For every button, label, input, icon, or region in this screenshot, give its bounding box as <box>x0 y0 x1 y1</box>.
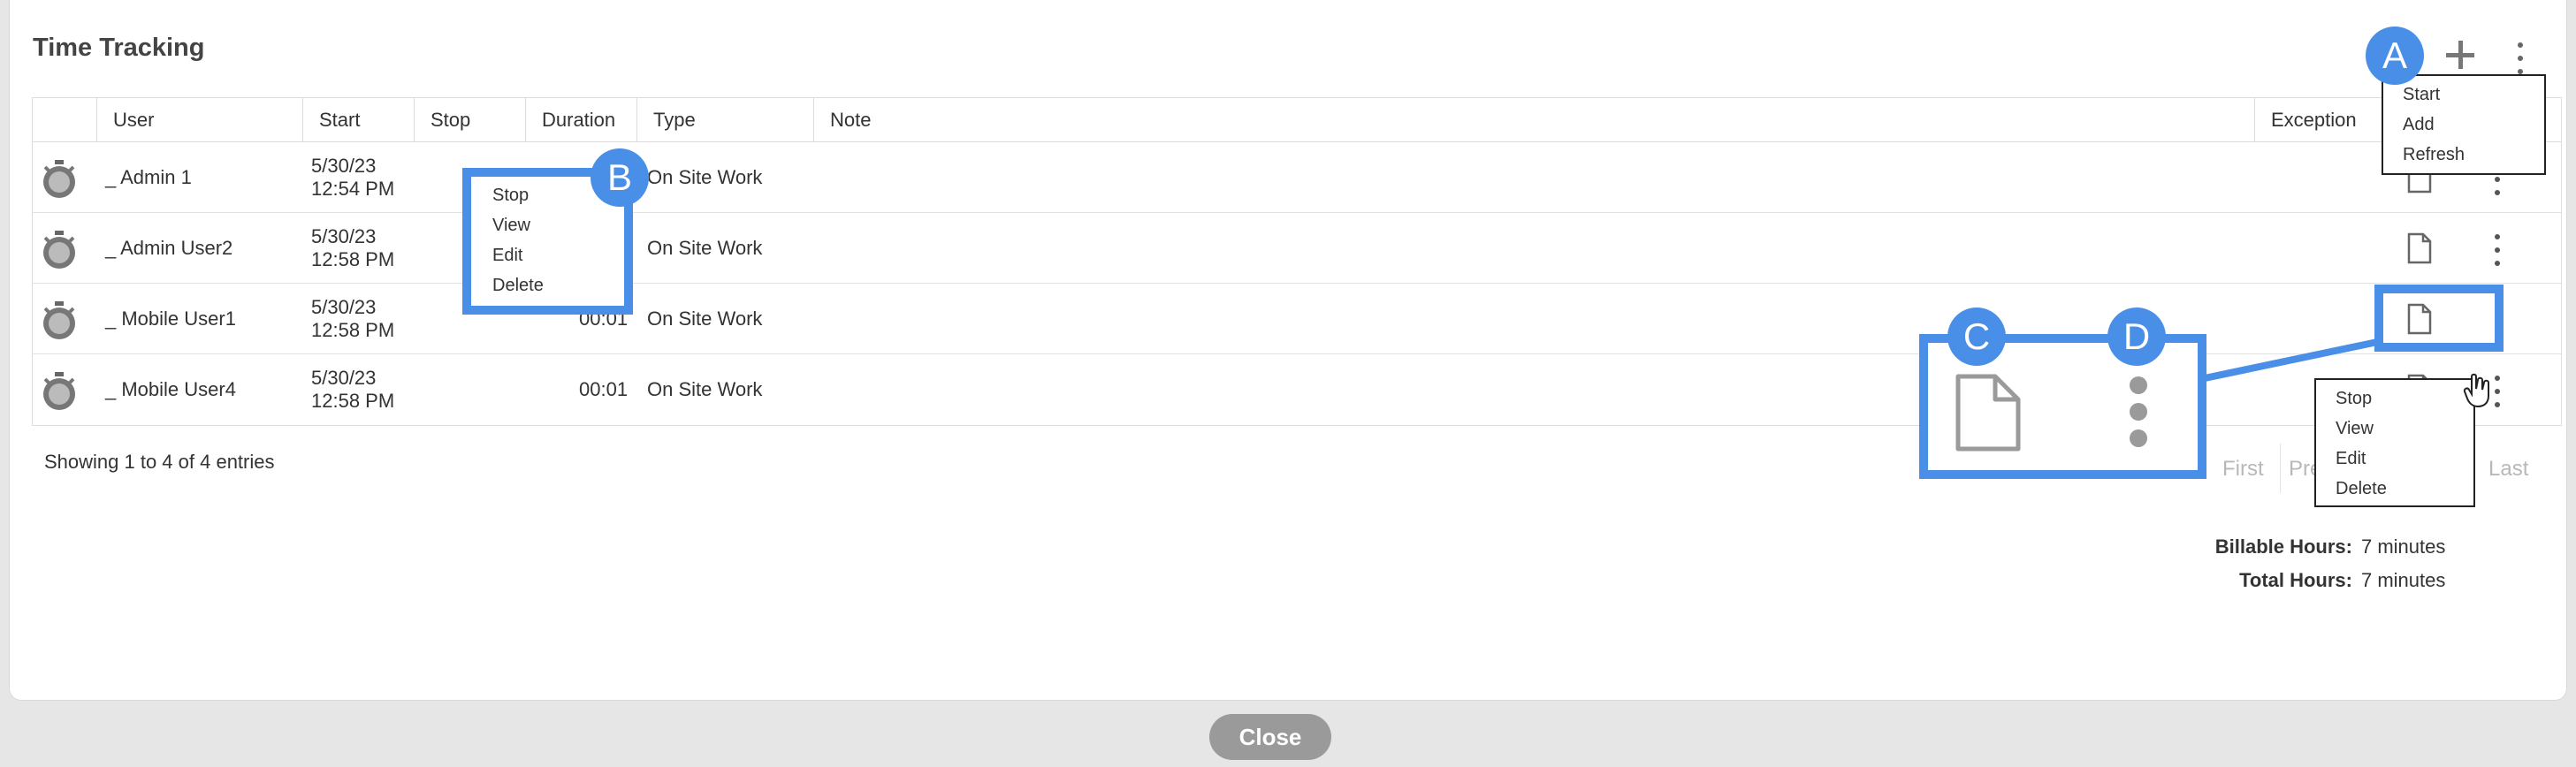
callout-badge-b: B <box>591 148 649 207</box>
kebab-icon <box>2130 376 2149 456</box>
close-button[interactable]: Close <box>1209 714 1331 760</box>
hand-cursor-icon <box>2463 373 2489 408</box>
callout-badge-c: C <box>1947 308 2006 366</box>
document-icon <box>1955 374 2021 452</box>
callout-badge-d: D <box>2107 308 2166 366</box>
callout-badge-a: A <box>2366 27 2424 85</box>
